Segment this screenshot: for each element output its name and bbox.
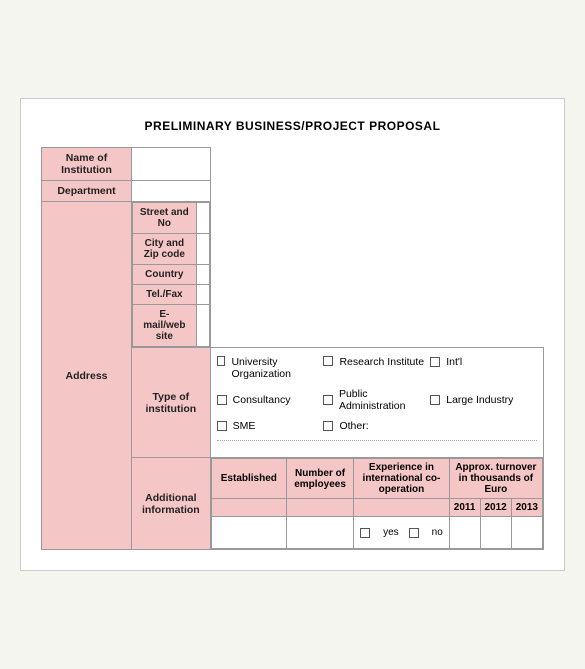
country-label: Country — [133, 265, 197, 285]
email-value[interactable] — [196, 305, 209, 347]
additional-header-row: Established Number of employees Experien… — [211, 459, 542, 499]
no-label: no — [432, 527, 443, 538]
public-admin-checkbox[interactable] — [323, 395, 333, 405]
type-research[interactable]: Research Institute — [323, 356, 430, 368]
additional-content: Established Number of employees Experien… — [210, 458, 543, 550]
turnover-header: Approx. turnover in thousands of Euro — [449, 459, 542, 499]
type-row-1: University Organization Research Institu… — [217, 356, 537, 380]
public-admin-label: Public Administration — [339, 388, 430, 412]
sme-label: SME — [233, 420, 256, 432]
city-label: City and Zip code — [133, 234, 197, 265]
department-row: Department — [42, 181, 544, 202]
employees-header: Number of employees — [287, 459, 354, 499]
established-sub — [211, 499, 286, 517]
type-public-admin[interactable]: Public Administration — [323, 388, 430, 412]
spacer — [217, 443, 537, 449]
research-checkbox[interactable] — [323, 356, 333, 366]
established-header: Established — [211, 459, 286, 499]
other-checkbox[interactable] — [323, 421, 333, 431]
type-label: Type of institution — [132, 348, 211, 458]
department-label: Department — [42, 181, 132, 202]
sme-checkbox[interactable] — [217, 421, 227, 431]
name-value[interactable] — [132, 148, 211, 181]
no-checkbox-icon[interactable] — [409, 528, 419, 538]
type-consultancy[interactable]: Consultancy — [217, 394, 324, 406]
year-2013: 2013 — [511, 499, 542, 517]
country-value[interactable] — [196, 265, 209, 285]
yes-no-cell: yes no — [354, 517, 450, 549]
address-sub-table: Street and No City and Zip code Country … — [132, 202, 210, 347]
type-intl[interactable]: Int'l — [430, 356, 537, 368]
year-2011: 2011 — [449, 499, 480, 517]
large-industry-checkbox[interactable] — [430, 395, 440, 405]
name-row: Name of Institution — [42, 148, 544, 181]
tel-value[interactable] — [196, 285, 209, 305]
city-value[interactable] — [196, 234, 209, 265]
type-options-cell: University Organization Research Institu… — [210, 348, 543, 458]
turnover-2011[interactable] — [449, 517, 480, 549]
dotted-divider — [217, 440, 537, 441]
type-large-industry[interactable]: Large Industry — [430, 394, 537, 406]
proposal-form: PRELIMINARY BUSINESS/PROJECT PROPOSAL Na… — [20, 98, 565, 571]
experience-sub — [354, 499, 450, 517]
tel-label: Tel./Fax — [133, 285, 197, 305]
address-label: Address — [42, 202, 132, 550]
research-label: Research Institute — [339, 356, 424, 368]
address-sub-table-cell: Street and No City and Zip code Country … — [132, 202, 211, 348]
additional-data-row: yes no — [211, 517, 542, 549]
type-other[interactable]: Other: — [323, 420, 430, 432]
name-label: Name of Institution — [42, 148, 132, 181]
established-value[interactable] — [211, 517, 286, 549]
street-value[interactable] — [196, 203, 209, 234]
yes-checkbox-icon[interactable] — [360, 528, 370, 538]
type-row-2: Consultancy Public Administration Large … — [217, 388, 537, 412]
street-label: Street and No — [133, 203, 197, 234]
email-label: E-mail/web site — [133, 305, 197, 347]
university-label: University Organization — [231, 356, 323, 380]
street-row: Street and No — [133, 203, 210, 234]
employees-sub — [287, 499, 354, 517]
department-value[interactable] — [132, 181, 211, 202]
country-row: Country — [133, 265, 210, 285]
large-industry-label: Large Industry — [446, 394, 513, 406]
additional-label: Additional information — [132, 458, 211, 550]
address-row: Address Street and No City and Zip code … — [42, 202, 544, 348]
consultancy-label: Consultancy — [233, 394, 291, 406]
intl-checkbox[interactable] — [430, 357, 440, 367]
main-table: Name of Institution Department Address S… — [41, 147, 544, 550]
additional-year-row: 2011 2012 2013 — [211, 499, 542, 517]
other-label: Other: — [339, 420, 368, 432]
type-university[interactable]: University Organization — [217, 356, 324, 380]
email-row: E-mail/web site — [133, 305, 210, 347]
form-title: PRELIMINARY BUSINESS/PROJECT PROPOSAL — [41, 119, 544, 133]
additional-inner-table: Established Number of employees Experien… — [211, 458, 543, 549]
employees-value[interactable] — [287, 517, 354, 549]
consultancy-checkbox[interactable] — [217, 395, 227, 405]
year-2012: 2012 — [480, 499, 511, 517]
tel-row: Tel./Fax — [133, 285, 210, 305]
yes-label: yes — [383, 527, 399, 538]
intl-label: Int'l — [446, 356, 462, 368]
university-checkbox[interactable] — [217, 356, 226, 366]
city-row: City and Zip code — [133, 234, 210, 265]
turnover-2012[interactable] — [480, 517, 511, 549]
turnover-2013[interactable] — [511, 517, 542, 549]
type-row-3: SME Other: — [217, 420, 537, 432]
yes-no-row: yes no — [358, 523, 445, 542]
type-sme[interactable]: SME — [217, 420, 324, 432]
experience-header: Experience in international co-operation — [354, 459, 450, 499]
